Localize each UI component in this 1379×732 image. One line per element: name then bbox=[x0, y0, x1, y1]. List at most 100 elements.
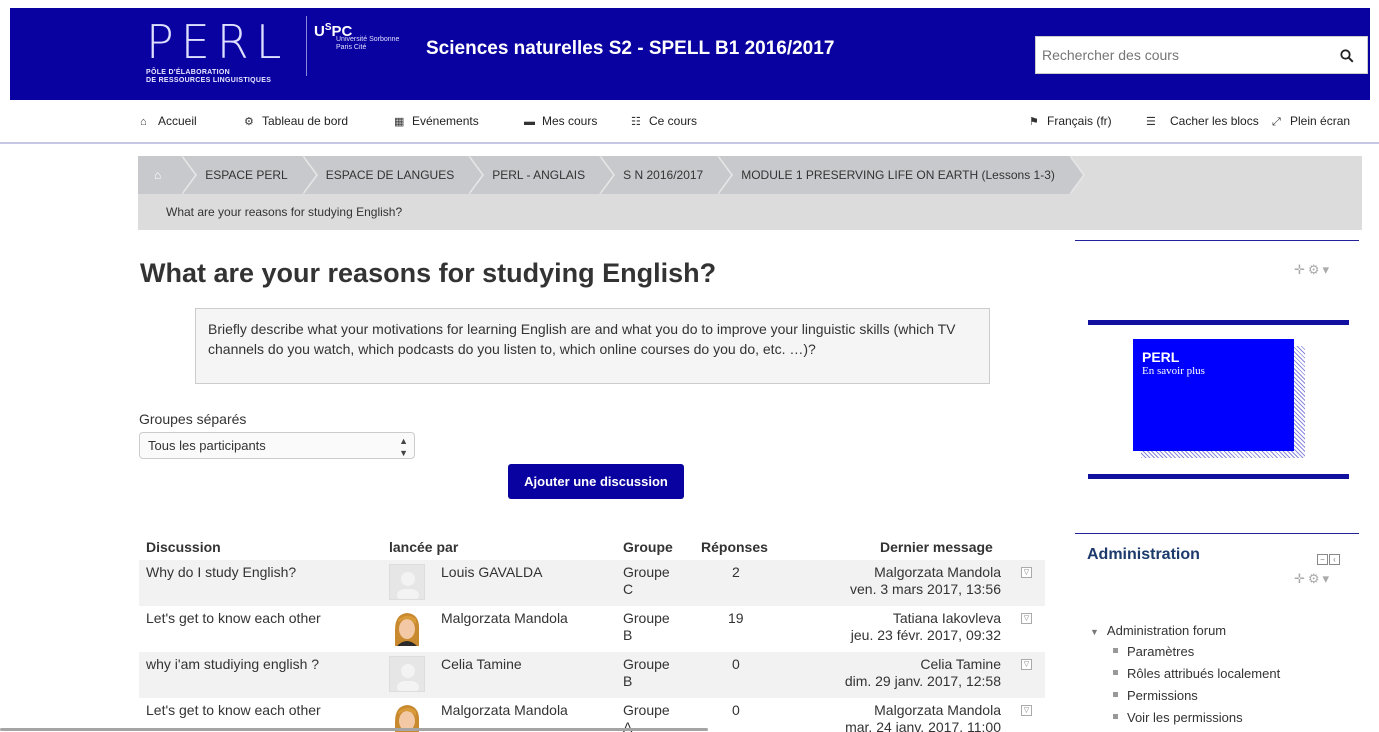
table-row: Let's get to know each other Malgorzata … bbox=[139, 606, 1045, 652]
author-link[interactable]: Celia Tamine bbox=[441, 656, 522, 673]
uspc-line1: Université Sorbonne bbox=[336, 36, 400, 43]
author-link[interactable]: Louis GAVALDA bbox=[441, 564, 542, 581]
last-date-link[interactable]: ven. 3 mars 2017, 13:56 bbox=[850, 581, 1001, 597]
default-avatar-icon bbox=[390, 657, 424, 691]
discussion-link[interactable]: Let's get to know each other bbox=[146, 702, 321, 719]
row-menu-icon[interactable]: ▽ bbox=[1021, 567, 1032, 578]
breadcrumb: ⌂ ESPACE PERL ESPACE DE LANGUES PERL - A… bbox=[138, 156, 1362, 230]
col-header-discussion[interactable]: Discussion bbox=[146, 539, 221, 555]
groups-select-value: Tous les participants bbox=[148, 438, 266, 453]
nav-this-course-label: Ce cours bbox=[649, 114, 698, 128]
col-header-last-message[interactable]: Dernier message bbox=[880, 539, 993, 555]
select-arrows-icon: ▲ ▼ bbox=[399, 436, 408, 458]
photo-avatar-icon bbox=[389, 610, 425, 646]
bullet-icon bbox=[1113, 670, 1118, 675]
replies-count[interactable]: 0 bbox=[732, 702, 740, 719]
dashboard-icon: ⚙ bbox=[244, 116, 254, 128]
nav-fullscreen-label: Plein écran bbox=[1290, 114, 1351, 128]
admin-item[interactable]: Paramètres bbox=[1090, 644, 1280, 659]
bullet-icon bbox=[1113, 648, 1118, 653]
horizontal-scrollbar[interactable] bbox=[0, 728, 708, 731]
nav-dashboard[interactable]: ⚙ Tableau de bord bbox=[244, 114, 348, 128]
last-date-link[interactable]: dim. 29 janv. 2017, 12:58 bbox=[845, 673, 1001, 689]
nav-dashboard-label: Tableau de bord bbox=[262, 114, 349, 128]
perl-info-card[interactable]: PERL En savoir plus bbox=[1133, 339, 1294, 451]
move-icon[interactable]: ✛ bbox=[1294, 262, 1308, 277]
perl-logo[interactable]: PERL PÔLE D'ÉLABORATION DE RESSOURCES LI… bbox=[146, 18, 296, 94]
author-link[interactable]: Malgorzata Mandola bbox=[441, 702, 568, 719]
group-letter: B bbox=[623, 673, 633, 689]
add-discussion-button[interactable]: Ajouter une discussion bbox=[508, 464, 684, 499]
expand-icon: ⤢ bbox=[1272, 116, 1281, 128]
discussion-link[interactable]: Why do I study English? bbox=[146, 564, 296, 581]
gear-icon[interactable]: ⚙▾ bbox=[1308, 262, 1332, 277]
breadcrumb-item[interactable]: S N 2016/2017 bbox=[601, 156, 734, 194]
replies-count[interactable]: 19 bbox=[728, 610, 744, 627]
course-title[interactable]: Sciences naturelles S2 - SPELL B1 2016/2… bbox=[426, 38, 834, 60]
avatar[interactable] bbox=[389, 610, 425, 646]
last-author-link[interactable]: Malgorzata Mandola bbox=[874, 564, 1001, 580]
home-icon: ⌂ bbox=[140, 116, 147, 128]
breadcrumb-item[interactable]: ESPACE DE LANGUES bbox=[303, 156, 485, 194]
nav-hide-blocks[interactable]: ☰ Cacher les blocs bbox=[1146, 114, 1259, 128]
replies-count[interactable]: 0 bbox=[732, 656, 740, 673]
col-header-started-by[interactable]: lancée par bbox=[389, 539, 458, 555]
breadcrumb-item[interactable]: ESPACE PERL bbox=[183, 156, 319, 194]
page-title: What are your reasons for studying Engli… bbox=[140, 258, 717, 288]
collapse-icon[interactable]: − bbox=[1317, 554, 1328, 565]
replies-count[interactable]: 2 bbox=[732, 564, 740, 581]
nav-hide-blocks-label: Cacher les blocs bbox=[1170, 114, 1259, 128]
move-icon[interactable]: ✛ bbox=[1294, 571, 1308, 586]
perl-card-link[interactable]: En savoir plus bbox=[1142, 365, 1285, 377]
breadcrumb-home[interactable]: ⌂ bbox=[138, 156, 198, 194]
perl-block-top-bar bbox=[1088, 320, 1349, 325]
nav-language-label: Français (fr) bbox=[1047, 114, 1112, 128]
perl-logo-wordmark: PERL bbox=[146, 15, 289, 69]
admin-item[interactable]: Voir les permissions bbox=[1090, 710, 1280, 725]
last-message: Tatiana Iakovleva jeu. 23 févr. 2017, 09:… bbox=[851, 610, 1001, 644]
nav-home[interactable]: ⌂ Accueil bbox=[140, 114, 197, 128]
col-header-group[interactable]: Groupe bbox=[623, 539, 673, 555]
breadcrumb-item[interactable]: PERL - ANGLAIS bbox=[470, 156, 616, 194]
nav-my-courses[interactable]: ▬ Mes cours bbox=[524, 114, 597, 128]
last-message: Celia Tamine dim. 29 janv. 2017, 12:58 bbox=[845, 656, 1001, 690]
block-divider bbox=[1075, 533, 1359, 534]
last-author-link[interactable]: Tatiana Iakovleva bbox=[893, 610, 1001, 626]
row-menu-icon[interactable]: ▽ bbox=[1021, 659, 1032, 670]
admin-forum-node[interactable]: ▼ Administration forum bbox=[1090, 623, 1280, 638]
avatar[interactable] bbox=[389, 564, 425, 600]
perl-logo-line1: PÔLE D'ÉLABORATION bbox=[146, 69, 230, 76]
breadcrumb-item[interactable]: MODULE 1 PRESERVING LIFE ON EARTH (Lesso… bbox=[719, 156, 1085, 194]
col-header-replies[interactable]: Réponses bbox=[701, 539, 768, 555]
admin-item[interactable]: Rôles attribués localement bbox=[1090, 666, 1280, 681]
discussion-link[interactable]: Let's get to know each other bbox=[146, 610, 321, 627]
admin-block-toggles: − ‹ bbox=[1316, 549, 1340, 567]
search-input[interactable] bbox=[1036, 37, 1326, 73]
last-author-link[interactable]: Malgorzata Mandola bbox=[874, 702, 1001, 718]
table-row: why i'am studiying english ? Celia Tamin… bbox=[139, 652, 1045, 698]
admin-block-title: Administration bbox=[1087, 546, 1200, 563]
uspc-line2: Paris Cité bbox=[336, 44, 367, 51]
nav-language[interactable]: ⚑ Français (fr) bbox=[1029, 114, 1112, 128]
uspc-logo: USPC Université Sorbonne Paris Cité bbox=[314, 20, 399, 52]
gear-icon[interactable]: ⚙▾ bbox=[1308, 571, 1332, 586]
nav-this-course[interactable]: ☷ Ce cours bbox=[631, 114, 697, 128]
block-divider bbox=[1075, 240, 1359, 241]
last-date-link[interactable]: mar. 24 janv. 2017, 11:00 bbox=[845, 719, 1001, 732]
nav-home-label: Accueil bbox=[158, 114, 197, 128]
dock-icon[interactable]: ‹ bbox=[1329, 554, 1340, 565]
author-link[interactable]: Malgorzata Mandola bbox=[441, 610, 568, 627]
nav-events[interactable]: ▦ Evénements bbox=[394, 114, 479, 128]
nav-fullscreen[interactable]: ⤢ Plein écran bbox=[1272, 114, 1350, 129]
search-button[interactable] bbox=[1327, 37, 1367, 73]
discussion-link[interactable]: why i'am studiying english ? bbox=[146, 656, 319, 673]
admin-item[interactable]: Permissions bbox=[1090, 688, 1280, 703]
avatar[interactable] bbox=[389, 656, 425, 692]
row-menu-icon[interactable]: ▽ bbox=[1021, 613, 1032, 624]
admin-item-label: Rôles attribués localement bbox=[1127, 666, 1281, 681]
group-cell: Groupe B bbox=[623, 656, 670, 690]
row-menu-icon[interactable]: ▽ bbox=[1021, 705, 1032, 716]
groups-select[interactable]: Tous les participants ▲ ▼ bbox=[139, 432, 415, 459]
last-date-link[interactable]: jeu. 23 févr. 2017, 09:32 bbox=[851, 627, 1001, 643]
last-author-link[interactable]: Celia Tamine bbox=[920, 656, 1001, 672]
